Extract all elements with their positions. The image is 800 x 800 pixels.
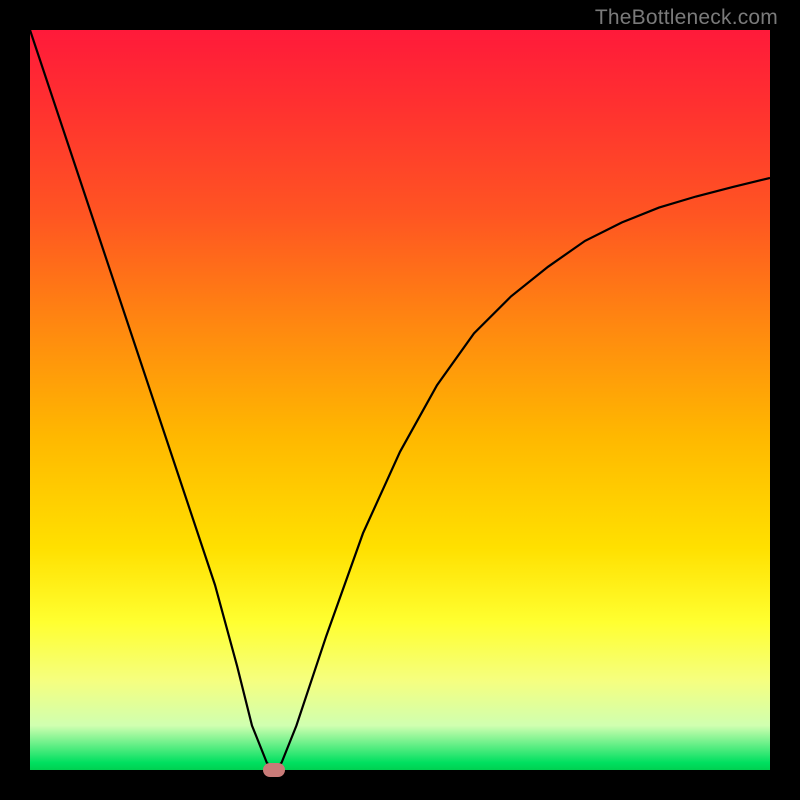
bottleneck-curve — [30, 30, 770, 770]
watermark-text: TheBottleneck.com — [595, 6, 778, 30]
optimal-point-marker — [263, 763, 285, 777]
chart-plot-area — [30, 30, 770, 770]
